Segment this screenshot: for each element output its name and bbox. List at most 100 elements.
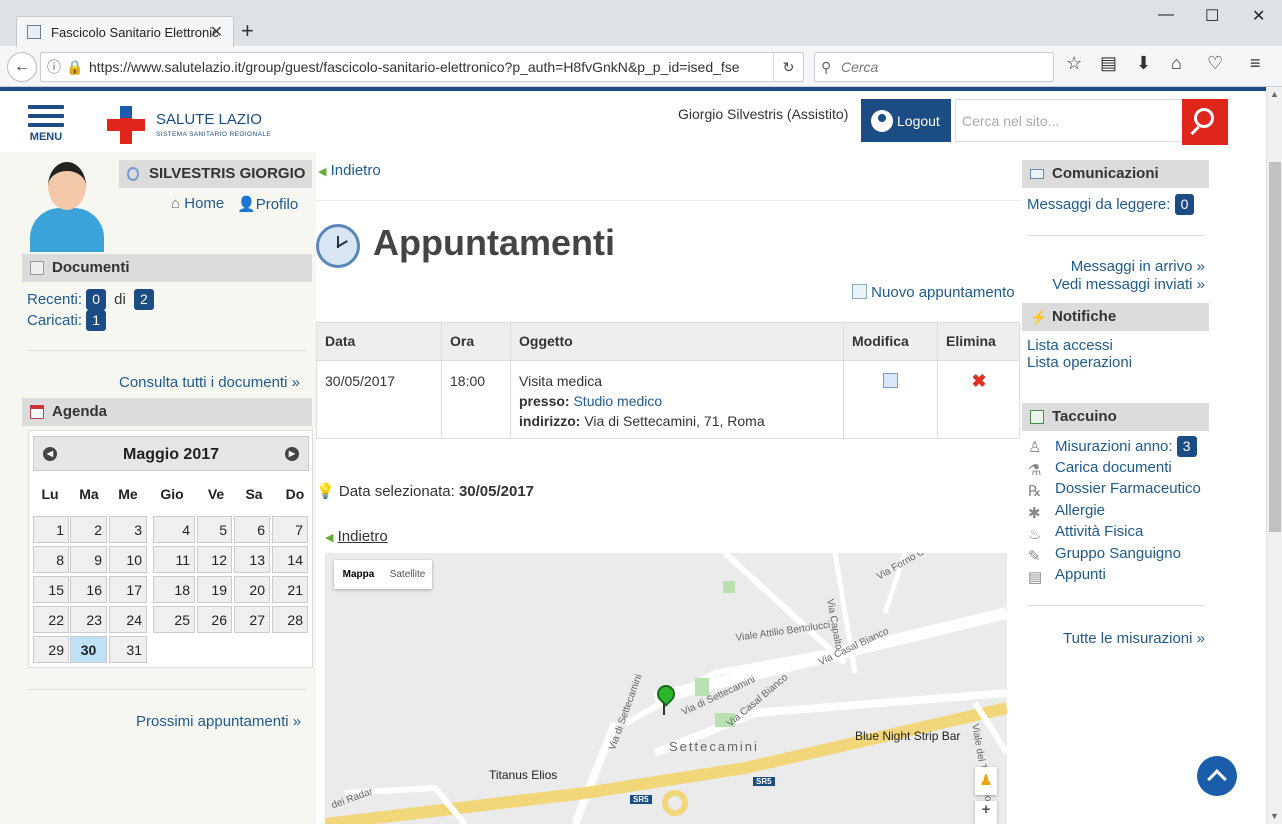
site-search-button[interactable] (1182, 99, 1228, 145)
unread-badge: 0 (1174, 194, 1195, 215)
calendar-day[interactable]: 6 (234, 516, 270, 543)
pocket-icon[interactable]: ♡ (1207, 53, 1223, 74)
bookmark-star-icon[interactable]: ☆ (1066, 53, 1082, 74)
all-measures-link[interactable]: Tutte le misurazioni » (1027, 630, 1205, 647)
calendar-day[interactable]: 12 (197, 546, 232, 573)
calendar-day[interactable]: 11 (153, 546, 195, 573)
calendar-day[interactable]: 8 (33, 546, 69, 573)
calendar-day[interactable]: 3 (109, 516, 147, 543)
home-link[interactable]: ⌂ Home (171, 195, 224, 212)
calendar-day[interactable]: 2 (70, 516, 107, 543)
operations-list-link[interactable]: Lista operazioni (1027, 354, 1132, 371)
calendar-day[interactable]: 5 (197, 516, 232, 543)
calendar-day[interactable]: 15 (33, 576, 69, 603)
next-appointments-link[interactable]: Prossimi appuntamenti » (136, 713, 301, 730)
notebook-icon (1030, 410, 1044, 424)
home-icon[interactable]: ⌂ (1171, 53, 1182, 74)
weekday-label: Ma (79, 486, 99, 502)
calendar-day[interactable]: 13 (234, 546, 270, 573)
edit-icon[interactable] (883, 373, 898, 388)
browser-tab[interactable]: Fascicolo Sanitario Elettronic ✕ (16, 16, 234, 48)
site-menu-button[interactable]: MENU (28, 105, 64, 143)
profile-link[interactable]: 👤Profilo (237, 195, 298, 213)
calendar-day[interactable]: 1 (33, 516, 69, 543)
sent-link[interactable]: Vedi messaggi inviati » (1027, 276, 1205, 293)
close-window-button[interactable]: ✕ (1252, 6, 1265, 26)
calendar-day[interactable]: 26 (197, 606, 232, 633)
hamburger-menu-icon[interactable]: ≡ (1250, 53, 1261, 74)
logout-button[interactable]: Logout (861, 99, 951, 142)
url-bar[interactable]: ⓘ 🔒 https://www.salutelazio.it/group/gue… (40, 52, 804, 82)
calendar-day[interactable]: 4 (153, 516, 195, 543)
browser-search-field[interactable]: ⚲ Cerca (814, 52, 1054, 82)
page-scrollbar[interactable]: ▲ ▼ (1266, 87, 1282, 824)
calendar-day[interactable]: 17 (109, 576, 147, 603)
calendar-day[interactable]: 29 (33, 636, 69, 663)
recent-label[interactable]: Recenti: (27, 291, 82, 308)
calendar-day[interactable]: 20 (234, 576, 270, 603)
calendar-day[interactable]: 23 (70, 606, 107, 633)
calendar-day[interactable]: 24 (109, 606, 147, 633)
accent-bar (0, 87, 1266, 91)
unread-messages[interactable]: Messaggi da leggere: 0 (1027, 194, 1195, 215)
new-appointment-label: Nuovo appuntamento (871, 284, 1015, 301)
zoom-in-button[interactable]: + (975, 801, 997, 824)
satellite-type-button[interactable]: Satellite (383, 560, 432, 589)
uploaded-badge: 1 (86, 310, 106, 331)
calendar-day[interactable]: 25 (153, 606, 195, 633)
scroll-to-top-button[interactable] (1197, 756, 1237, 796)
comms-header: Comunicazioni (1022, 160, 1209, 188)
next-month-icon[interactable]: ▶ (285, 447, 299, 461)
calendar-day[interactable]: 27 (234, 606, 270, 633)
physical-activity-link[interactable]: ♨ Attività Fisica (1028, 523, 1143, 543)
close-tab-icon[interactable]: ✕ (210, 22, 223, 42)
back-link[interactable]: ◀ Indietro (318, 162, 381, 179)
map-type-button[interactable]: Mappa (334, 560, 383, 589)
item-label: Appunti (1055, 566, 1106, 583)
upload-documents-link[interactable]: ⚗ Carica documenti (1028, 459, 1172, 479)
scroll-up-icon[interactable]: ▲ (1270, 89, 1279, 99)
calendar-day[interactable]: 31 (109, 636, 147, 663)
calendar-day[interactable]: 10 (109, 546, 147, 573)
calendar-day[interactable]: 19 (197, 576, 232, 603)
presso-link[interactable]: Studio medico (573, 393, 662, 409)
calendar-day[interactable]: 9 (70, 546, 107, 573)
blood-group-link[interactable]: ✎ Gruppo Sanguigno (1028, 545, 1181, 565)
new-appointment-link[interactable]: Nuovo appuntamento (852, 284, 1015, 301)
new-tab-button[interactable]: + (241, 18, 254, 44)
pharma-dossier-link[interactable]: ℞ Dossier Farmaceutico (1028, 480, 1201, 500)
calendar-day[interactable]: 16 (70, 576, 107, 603)
all-documents-link[interactable]: Consulta tutti i documenti » (119, 374, 300, 391)
uploaded-label[interactable]: Caricati: (27, 312, 82, 329)
info-icon[interactable]: ⓘ (47, 53, 61, 81)
delete-icon[interactable]: ✖ (971, 371, 986, 391)
calendar-day[interactable]: 7 (272, 516, 308, 543)
inbox-link[interactable]: Messaggi in arrivo » (1027, 258, 1205, 275)
site-search-input[interactable]: Cerca nel sito... (955, 99, 1183, 142)
reading-list-icon[interactable]: ▤ (1100, 53, 1117, 74)
prev-month-icon[interactable]: ◀ (43, 447, 57, 461)
calendar-day[interactable]: 30 (70, 636, 107, 663)
back-link-2[interactable]: ◀ Indietro (325, 528, 388, 545)
browser-nav-bar: ← ⓘ 🔒 https://www.salutelazio.it/group/g… (0, 47, 1282, 87)
scrollbar-thumb[interactable] (1269, 162, 1281, 532)
notes-link[interactable]: ▤ Appunti (1028, 566, 1106, 586)
calendar-day[interactable]: 22 (33, 606, 69, 633)
back-button[interactable]: ← (7, 52, 37, 82)
allergies-link[interactable]: ✱ Allergie (1028, 502, 1105, 522)
calendar-day[interactable]: 21 (272, 576, 308, 603)
access-list-link[interactable]: Lista accessi (1027, 337, 1132, 354)
scroll-down-icon[interactable]: ▼ (1270, 811, 1279, 821)
weekday-label: Ve (207, 486, 225, 502)
street-view-pegman-icon[interactable]: ♟ (975, 767, 997, 795)
download-icon[interactable]: ⬇ (1136, 53, 1151, 74)
map[interactable]: Mappa Satellite Via Forno CasaleVia Capa… (325, 553, 1007, 824)
minimize-button[interactable]: — (1158, 6, 1174, 24)
address-label: indirizzo: (519, 413, 581, 429)
calendar-day[interactable]: 28 (272, 606, 308, 633)
maximize-button[interactable]: ☐ (1205, 6, 1219, 26)
calendar-day[interactable]: 14 (272, 546, 308, 573)
measures-link[interactable]: ♙ Misurazioni anno: 3 (1028, 436, 1197, 457)
calendar-day[interactable]: 18 (153, 576, 195, 603)
reload-icon[interactable]: ↻ (773, 53, 803, 81)
